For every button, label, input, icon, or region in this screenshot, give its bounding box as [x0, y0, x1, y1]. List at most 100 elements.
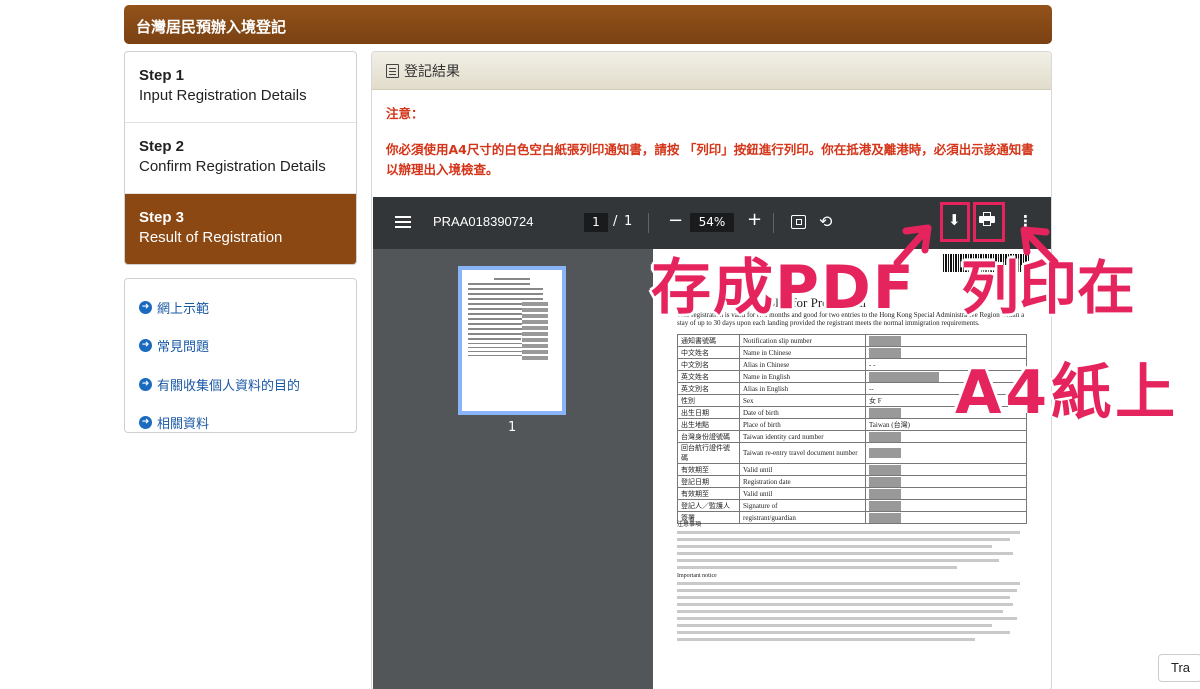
- translate-button[interactable]: Tra: [1158, 654, 1200, 682]
- pdf-toolbar: PRAA018390724 1 / 1 − 54% + ⟲ ⬇ ⋮: [373, 197, 1051, 249]
- slip-field-en: Alias in English: [739, 382, 866, 395]
- slip-field-zh: 中文別名: [677, 358, 740, 371]
- slip-row: 有效期至 Valid until: [677, 487, 1027, 500]
- link-related-info[interactable]: ➜ 相關資料: [139, 404, 342, 443]
- slip-field-zh: 英文別名: [677, 382, 740, 395]
- slip-field-zh: 出生地點: [677, 418, 740, 431]
- slip-field-value: [865, 442, 1027, 464]
- thumbnail-sidebar: 1: [373, 249, 639, 689]
- slip-field-zh: 有效期至: [677, 463, 740, 476]
- document-name: PRAA018390724: [433, 214, 534, 229]
- redacted-block: [869, 347, 901, 358]
- page-separator: /: [613, 214, 618, 229]
- step-number: Step 3: [139, 209, 185, 226]
- slip-field-en: Taiwan identity card number: [739, 430, 866, 443]
- step-label: Result of Registration: [139, 229, 283, 246]
- step-1: Step 1 Input Registration Details: [125, 52, 356, 123]
- slip-field-value: [865, 475, 1027, 488]
- slip-row: 登記日期 Registration date: [677, 475, 1027, 488]
- step-label: Input Registration Details: [139, 87, 307, 104]
- slip-notes: 注意事項 Important notice: [677, 515, 1027, 645]
- panel-title: 登記結果: [404, 63, 460, 80]
- slip-field-en: Taiwan re-entry travel document number: [739, 442, 866, 464]
- annotation-save-pdf: 存成PDF: [651, 253, 916, 323]
- redacted-block: [869, 488, 901, 499]
- slip-field-en: Valid until: [739, 487, 866, 500]
- page-thumbnail[interactable]: [458, 266, 566, 415]
- slip-field-en: Notification slip number: [739, 334, 866, 347]
- slip-field-value: [865, 346, 1027, 359]
- zoom-out-icon[interactable]: −: [668, 210, 683, 231]
- slip-field-value: [865, 499, 1027, 512]
- page: 台灣居民預辦入境登記 Step 1 Input Registration Det…: [0, 0, 1200, 689]
- slip-field-zh: 回台航行證件號碼: [677, 442, 740, 464]
- toolbar-divider: [648, 213, 649, 233]
- step-number: Step 1: [139, 67, 185, 84]
- related-links: ➜ 網上示範 ➜ 常見問題 ➜ 有關收集個人資料的目的 ➜ 相關資料: [124, 278, 357, 433]
- link-faq[interactable]: ➜ 常見問題: [139, 327, 342, 366]
- slip-field-en: Signature of: [739, 499, 866, 512]
- slip-row: 回台航行證件號碼 Taiwan re-entry travel document …: [677, 442, 1027, 464]
- result-panel: 登記結果 注意： 你必須使用A4尺寸的白色空白紙張列印通知書，請按 「列印」按鈕…: [371, 51, 1052, 689]
- rotate-icon[interactable]: ⟲: [819, 212, 832, 231]
- slip-field-value: [865, 334, 1027, 347]
- arrow-circle-icon: ➜: [139, 377, 152, 391]
- step-number: Step 2: [139, 138, 185, 155]
- slip-field-en: Valid until: [739, 463, 866, 476]
- redacted-block: [869, 464, 901, 475]
- link-label: 常見問題: [157, 340, 210, 356]
- slip-field-zh: 出生日期: [677, 406, 740, 419]
- zoom-input[interactable]: 54%: [690, 213, 734, 232]
- slip-field-en: Alias in Chinese: [739, 358, 866, 371]
- slip-field-zh: 台灣身份證號碼: [677, 430, 740, 443]
- arrow-circle-icon: ➜: [139, 300, 152, 314]
- slip-field-zh: 登記人／監護人: [677, 499, 740, 512]
- redacted-block: [869, 448, 901, 458]
- slip-field-en: Registration date: [739, 475, 866, 488]
- slip-row: 台灣身份證號碼 Taiwan identity card number: [677, 430, 1027, 443]
- slip-field-zh: 通知書號碼: [677, 334, 740, 347]
- redacted-block: [869, 431, 901, 442]
- page-total: 1: [624, 214, 633, 229]
- menu-icon[interactable]: [395, 216, 411, 228]
- page-number-input[interactable]: 1: [584, 213, 608, 232]
- slip-row: 中文姓名 Name in Chinese: [677, 346, 1027, 359]
- step-label: Confirm Registration Details: [139, 158, 326, 175]
- slip-row: 有效期至 Valid until: [677, 463, 1027, 476]
- step-2: Step 2 Confirm Registration Details: [125, 123, 356, 194]
- redacted-block: [869, 371, 939, 382]
- slip-field-value: [865, 430, 1027, 443]
- download-highlight-box: [940, 202, 970, 242]
- redacted-block: [869, 335, 901, 346]
- slip-field-zh: 有效期至: [677, 487, 740, 500]
- redacted-block: [869, 476, 901, 487]
- link-personal-data-purpose[interactable]: ➜ 有關收集個人資料的目的: [139, 365, 342, 404]
- zoom-in-icon[interactable]: +: [747, 209, 762, 230]
- slip-field-zh: 性別: [677, 394, 740, 407]
- link-online-demo[interactable]: ➜ 網上示範: [139, 288, 342, 327]
- notice-label: 注意：: [386, 106, 424, 121]
- thumbnail-page-number: 1: [508, 420, 517, 435]
- step-nav: Step 1 Input Registration Details Step 2…: [124, 51, 357, 265]
- notes-chinese-label: 注意事項: [677, 522, 702, 528]
- slip-field-value: [865, 463, 1027, 476]
- notice-text: 你必須使用A4尺寸的白色空白紙張列印通知書，請按 「列印」按鈕進行列印。你在抵港…: [386, 142, 1034, 177]
- link-label: 網上示範: [157, 301, 210, 317]
- fit-page-icon[interactable]: [791, 215, 806, 229]
- slip-field-en: Name in English: [739, 370, 866, 383]
- slip-field-en: Sex: [739, 394, 866, 407]
- slip-field-en: Name in Chinese: [739, 346, 866, 359]
- slip-field-zh: 登記日期: [677, 475, 740, 488]
- document-icon: [386, 63, 399, 78]
- more-options-icon[interactable]: ⋮: [1018, 212, 1033, 230]
- slip-field-zh: 中文姓名: [677, 346, 740, 359]
- arrow-circle-icon: ➜: [139, 416, 152, 430]
- redacted-block: [869, 500, 901, 511]
- slip-field-en: Date of birth: [739, 406, 866, 419]
- notes-english-label: Important notice: [677, 573, 717, 579]
- link-label: 相關資料: [157, 417, 210, 433]
- toolbar-divider: [773, 213, 774, 233]
- arrow-circle-icon: ➜: [139, 339, 152, 353]
- step-3-active: Step 3 Result of Registration: [125, 194, 356, 264]
- slip-field-zh: 英文姓名: [677, 370, 740, 383]
